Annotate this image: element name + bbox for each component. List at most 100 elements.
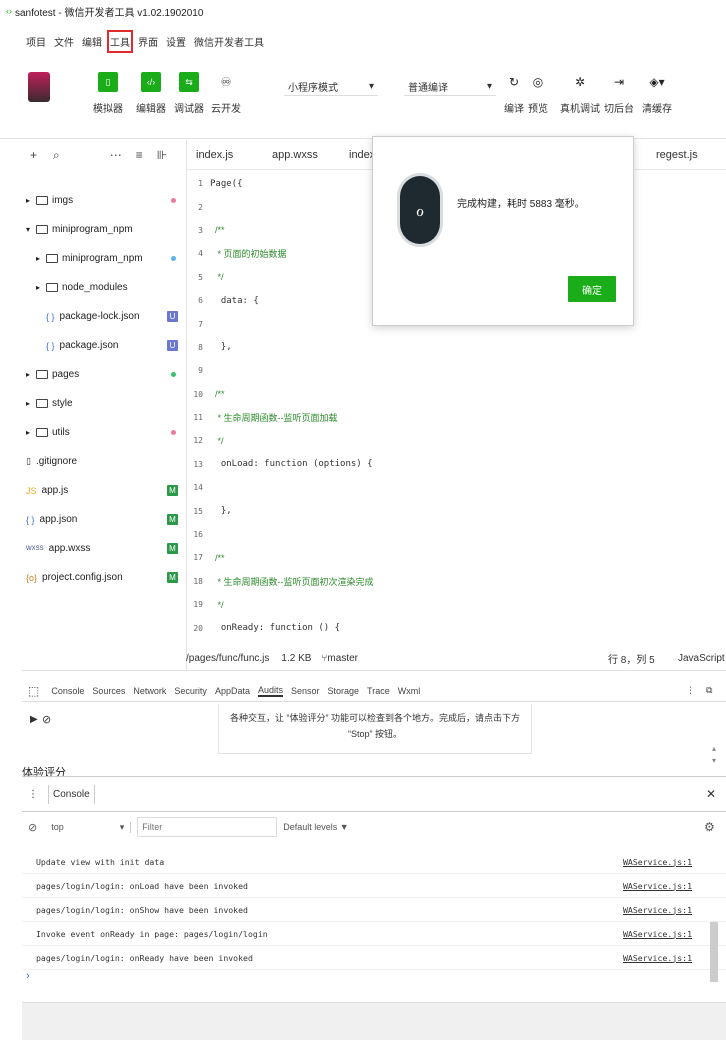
log-row: Update view with init data WAService.js:1 bbox=[22, 850, 726, 874]
clear-cache-button[interactable]: ◈▾ 清缓存 bbox=[642, 72, 672, 115]
language-mode[interactable]: JavaScript bbox=[678, 653, 725, 664]
title-bar: ‹› sanfotest - 微信开发者工具 v1.02.1902010 bbox=[0, 0, 726, 22]
scroll-down-icon[interactable]: ▾ bbox=[712, 756, 716, 765]
tree-item[interactable]: ▸ utils bbox=[22, 418, 186, 447]
background-button[interactable]: ⇥ 切后台 bbox=[604, 72, 634, 115]
dock-icon[interactable]: ⧉ bbox=[706, 685, 712, 696]
inspect-icon[interactable]: ⬚ bbox=[28, 684, 39, 698]
mode-select[interactable]: 小程序模式 ▾ bbox=[284, 78, 378, 96]
tree-item[interactable]: { } package.json U bbox=[22, 331, 186, 360]
tree-item[interactable]: ▸ style bbox=[22, 389, 186, 418]
search-icon[interactable]: ⌕ bbox=[53, 148, 60, 163]
line-number: 13 bbox=[193, 459, 203, 469]
code-text: Page({ bbox=[210, 178, 243, 189]
code-line: 13 onLoad: function (options) { bbox=[186, 453, 716, 476]
bug-icon: ✲ bbox=[574, 75, 586, 89]
menu-tools[interactable]: 工具 bbox=[107, 29, 133, 53]
devtab-network[interactable]: Network bbox=[133, 686, 166, 696]
devtab-sensor[interactable]: Sensor bbox=[291, 686, 320, 696]
devtab-trace[interactable]: Trace bbox=[367, 686, 390, 696]
more-icon[interactable]: ⋮ bbox=[686, 685, 695, 696]
block-icon[interactable]: ⊘ bbox=[42, 713, 51, 726]
chevron-right-icon[interactable]: ▸ bbox=[26, 196, 36, 205]
devtab-wxml[interactable]: Wxml bbox=[398, 686, 421, 696]
close-icon[interactable]: ✕ bbox=[706, 787, 716, 801]
console-log: Update view with init data WAService.js:1… bbox=[22, 850, 726, 990]
tab-index-js[interactable]: index.js bbox=[196, 149, 233, 161]
chevron-right-icon[interactable]: ▸ bbox=[36, 283, 46, 292]
menu-edit[interactable]: 编辑 bbox=[81, 32, 103, 51]
devtab-appdata[interactable]: AppData bbox=[215, 686, 250, 696]
debugger-button[interactable]: ⇆ 调试器 bbox=[174, 72, 204, 115]
avatar[interactable] bbox=[28, 72, 50, 102]
tree-item[interactable]: ▾ miniprogram_npm bbox=[22, 215, 186, 244]
chevron-right-icon[interactable]: ▸ bbox=[26, 399, 36, 408]
console-prompt[interactable]: › bbox=[22, 970, 726, 990]
tree-item[interactable]: { } app.json M bbox=[22, 505, 186, 534]
scroll-up-icon[interactable]: ▴ bbox=[712, 744, 716, 753]
menu-view[interactable]: 界面 bbox=[137, 32, 159, 51]
devtab-audits[interactable]: Audits bbox=[257, 685, 283, 697]
log-source-link[interactable]: WAService.js:1 bbox=[623, 929, 692, 939]
chevron-down-icon[interactable]: ▾ bbox=[26, 225, 36, 234]
menu-settings[interactable]: 设置 bbox=[165, 32, 187, 51]
tree-item[interactable]: ▯ .gitignore bbox=[22, 447, 186, 476]
tree-item[interactable]: WXSS app.wxss M bbox=[22, 534, 186, 563]
levels-select[interactable]: Default levels ▼ bbox=[283, 822, 348, 832]
tree-item[interactable]: ▸ imgs bbox=[22, 186, 186, 215]
tree-item[interactable]: ▸ miniprogram_npm bbox=[22, 244, 186, 273]
menu-icon[interactable]: ⋮ bbox=[28, 789, 38, 800]
git-branch[interactable]: master bbox=[327, 653, 358, 664]
console-tab[interactable]: Console bbox=[48, 784, 95, 804]
line-number: 9 bbox=[198, 366, 203, 376]
tree-item[interactable]: ▸ pages bbox=[22, 360, 186, 389]
compile-select[interactable]: 普通编译 ▾ bbox=[404, 78, 496, 96]
folder-icon bbox=[36, 399, 48, 408]
log-source-link[interactable]: WAService.js:1 bbox=[623, 881, 692, 891]
devtab-sources[interactable]: Sources bbox=[92, 686, 125, 696]
log-source-link[interactable]: WAService.js:1 bbox=[623, 953, 692, 963]
tree-item-label: pages bbox=[52, 369, 80, 380]
line-number: 11 bbox=[193, 413, 203, 423]
context-select[interactable]: top ▾ bbox=[51, 821, 132, 833]
sort-icon[interactable]: ≡ bbox=[136, 148, 143, 162]
tree-item[interactable]: JS app.js M bbox=[22, 476, 186, 505]
code-text: * 页面的初始数据 bbox=[210, 249, 287, 260]
split-icon[interactable]: ⊪ bbox=[157, 148, 167, 162]
tree-item[interactable]: { } package-lock.json U bbox=[22, 302, 186, 331]
layers-icon: ◈▾ bbox=[649, 75, 665, 89]
devtab-storage[interactable]: Storage bbox=[328, 686, 360, 696]
code-line: 11 * 生命周期函数--监听页面加载 bbox=[186, 406, 716, 429]
play-icon[interactable]: ▶ bbox=[30, 714, 38, 725]
clear-console-icon[interactable]: ⊘ bbox=[28, 821, 37, 834]
menu-file[interactable]: 文件 bbox=[53, 32, 75, 51]
log-source-link[interactable]: WAService.js:1 bbox=[623, 905, 692, 915]
cloud-button[interactable]: ♾ 云开发 bbox=[211, 72, 241, 115]
chevron-right-icon[interactable]: ▸ bbox=[26, 428, 36, 437]
chevron-right-icon[interactable]: ▸ bbox=[36, 254, 46, 263]
devtab-security[interactable]: Security bbox=[174, 686, 207, 696]
cursor-position[interactable]: 行 8，列 5 bbox=[608, 651, 655, 666]
tree-item[interactable]: {o} project.config.json M bbox=[22, 563, 186, 592]
editor-button[interactable]: ‹/› 编辑器 bbox=[136, 72, 166, 115]
compile-button[interactable]: ↻ 编译 bbox=[504, 72, 524, 115]
ok-button[interactable]: 确定 bbox=[568, 276, 616, 302]
console-filter-input[interactable] bbox=[137, 817, 278, 837]
log-message: Update view with init data bbox=[36, 856, 165, 867]
tree-item[interactable]: ▸ node_modules bbox=[22, 273, 186, 302]
add-icon[interactable]: + bbox=[30, 148, 37, 162]
tab-regest-js[interactable]: regest.js bbox=[656, 149, 698, 161]
collapse-icon[interactable]: ⋯ bbox=[110, 148, 122, 162]
menu-project[interactable]: 项目 bbox=[25, 32, 47, 51]
chevron-right-icon[interactable]: ▸ bbox=[26, 370, 36, 379]
remote-debug-button[interactable]: ✲ 真机调试 bbox=[560, 72, 600, 115]
log-source-link[interactable]: WAService.js:1 bbox=[623, 857, 692, 867]
simulator-button[interactable]: ▯ 模拟器 bbox=[93, 72, 123, 115]
devtab-console[interactable]: Console bbox=[51, 686, 84, 696]
menu-wechat-devtools[interactable]: 微信开发者工具 bbox=[193, 32, 265, 51]
preview-button[interactable]: ◎ 预览 bbox=[528, 72, 548, 115]
line-number: 5 bbox=[198, 272, 203, 282]
tab-app-wxss[interactable]: app.wxss bbox=[272, 149, 318, 161]
console-scrollbar[interactable] bbox=[710, 922, 718, 982]
gear-icon[interactable]: ⚙ bbox=[704, 820, 715, 834]
